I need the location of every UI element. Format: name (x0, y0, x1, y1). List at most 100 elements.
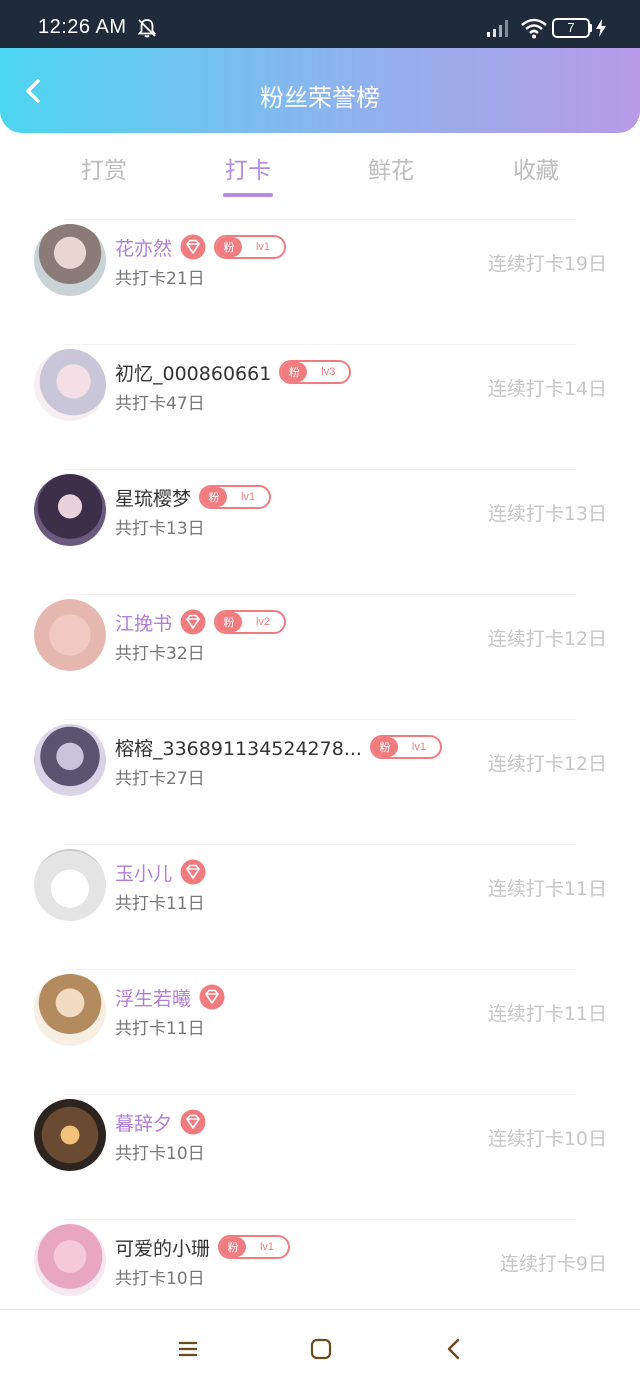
fan-level-badge: 粉 lv1 (214, 235, 287, 259)
user-name[interactable]: 江挽书 (115, 609, 172, 636)
total-checkin-days: 共打卡13日 (115, 519, 205, 539)
row-divider (64, 219, 576, 220)
avatar[interactable] (34, 599, 106, 671)
user-name[interactable]: 玉小儿 (115, 859, 172, 886)
checkin-streak: 连续打卡11日 (487, 1003, 607, 1025)
total-checkin-days: 共打卡11日 (115, 1019, 205, 1039)
row-divider (64, 844, 576, 845)
charging-bolt-icon (596, 19, 606, 37)
fan-badge-level: lv1 (411, 741, 426, 753)
fan-badge-label: 粉 (216, 612, 243, 632)
avatar[interactable] (34, 974, 106, 1046)
fan-badge-level: lv1 (259, 1241, 275, 1253)
total-checkin-days: 共打卡10日 (115, 1269, 205, 1289)
avatar[interactable] (34, 724, 106, 796)
status-time: 12:26 AM (38, 16, 127, 38)
user-name[interactable]: 暮辞夕 (115, 1109, 172, 1136)
row-divider (64, 719, 576, 720)
fan-level-badge: 粉 lv1 (218, 1235, 291, 1259)
name-line: 江挽书 粉 lv2 (115, 608, 287, 636)
name-line: 榕榕_336891134524278... 粉 lv1 (115, 733, 442, 761)
name-line: 玉小儿 (115, 858, 206, 886)
row-divider (64, 344, 576, 345)
name-line: 初忆_000860661 粉 lv3 (115, 358, 352, 386)
avatar[interactable] (34, 474, 106, 546)
back-icon[interactable] (446, 1338, 462, 1360)
fan-badge-level: lv1 (255, 241, 271, 253)
list-item[interactable]: 浮生若曦共打卡11日 连续打卡11日 (0, 969, 640, 1094)
fan-level-badge: 粉 lv1 (369, 735, 442, 759)
page-title: 粉丝荣誉榜 (260, 84, 380, 112)
row-divider (64, 1219, 576, 1220)
active-tab-underline (223, 193, 273, 197)
name-line: 暮辞夕 (115, 1108, 206, 1136)
avatar[interactable] (34, 849, 106, 921)
wifi-icon (521, 18, 547, 39)
row-divider (64, 969, 576, 970)
checkin-streak: 连续打卡14日 (487, 378, 607, 400)
menu-icon[interactable] (178, 1339, 198, 1359)
list-item[interactable]: 花亦然 粉 lv1 共打卡21日 连续打卡19日 (0, 219, 640, 344)
tab-3[interactable]: 收藏 (476, 151, 596, 185)
checkin-streak: 连续打卡12日 (487, 753, 607, 775)
fan-badge-label: 粉 (201, 487, 228, 507)
list-item[interactable]: 玉小儿 共打卡11日 连续打卡11日 (0, 844, 640, 969)
status-bar: 12:26 AM 7 (0, 0, 640, 48)
avatar[interactable] (34, 1224, 106, 1296)
fan-badge-level: lv2 (255, 616, 271, 628)
name-line: 星琉樱梦粉 lv1 (115, 483, 272, 511)
user-name[interactable]: 星琉樱梦 (115, 484, 191, 511)
list-item[interactable]: 江挽书 粉 lv2 共打卡32日 连续打卡12日 (0, 594, 640, 719)
diamond-vip-icon (180, 234, 206, 260)
name-line: 可爱的小珊粉 lv1 (115, 1233, 291, 1261)
checkin-streak: 连续打卡9日 (499, 1253, 607, 1275)
name-line: 花亦然 粉 lv1 (115, 233, 287, 261)
diamond-vip-icon (180, 1109, 206, 1135)
row-divider (64, 469, 576, 470)
total-checkin-days: 共打卡32日 (115, 644, 205, 664)
tab-1[interactable]: 打卡 (188, 151, 308, 185)
total-checkin-days: 共打卡10日 (115, 1144, 205, 1164)
fan-badge-level: lv1 (240, 491, 256, 503)
signal-icon (487, 20, 508, 37)
total-checkin-days: 共打卡27日 (115, 769, 205, 789)
system-nav-bar (0, 1309, 640, 1387)
battery-tip (589, 24, 592, 32)
list-item[interactable]: 初忆_000860661 粉 lv3 共打卡47日 连续打卡14日 (0, 344, 640, 469)
fan-badge-level: lv3 (321, 366, 336, 378)
tab-0[interactable]: 打赏 (44, 151, 164, 185)
list-item[interactable]: 星琉樱梦粉 lv1 共打卡13日 连续打卡13日 (0, 469, 640, 594)
user-name[interactable]: 初忆_000860661 (115, 359, 271, 386)
checkin-streak: 连续打卡12日 (487, 628, 607, 650)
diamond-vip-icon (180, 859, 206, 885)
diamond-vip-icon (199, 984, 225, 1010)
row-divider (64, 1094, 576, 1095)
user-name[interactable]: 榕榕_336891134524278... (115, 734, 362, 761)
battery-icon: 7 (552, 18, 590, 38)
battery-level: 7 (567, 20, 575, 35)
fan-level-badge: 粉 lv3 (279, 360, 352, 384)
user-name[interactable]: 可爱的小珊 (115, 1234, 210, 1261)
name-line: 浮生若曦 (115, 983, 225, 1011)
checkin-streak: 连续打卡13日 (487, 503, 607, 525)
fan-level-badge: 粉 lv1 (199, 485, 272, 509)
list-item[interactable]: 暮辞夕共打卡10日 连续打卡10日 (0, 1094, 640, 1219)
avatar[interactable] (34, 349, 106, 421)
user-name[interactable]: 花亦然 (115, 234, 172, 261)
fan-badge-label: 粉 (281, 362, 308, 382)
avatar[interactable] (34, 1099, 106, 1171)
fan-level-badge: 粉 lv2 (214, 610, 287, 634)
diamond-vip-icon (180, 609, 206, 635)
fan-badge-label: 粉 (220, 1237, 247, 1257)
checkin-streak: 连续打卡19日 (487, 253, 607, 275)
avatar[interactable] (34, 224, 106, 296)
fan-badge-label: 粉 (216, 237, 243, 257)
list-item[interactable]: 榕榕_336891134524278... 粉 lv1 共打卡27日 连续打卡12日 (0, 719, 640, 844)
user-name[interactable]: 浮生若曦 (115, 984, 191, 1011)
tab-2[interactable]: 鲜花 (331, 151, 451, 185)
total-checkin-days: 共打卡11日 (115, 894, 205, 914)
bell-muted-icon (137, 19, 157, 38)
total-checkin-days: 共打卡21日 (115, 269, 205, 289)
checkin-streak: 连续打卡10日 (487, 1128, 607, 1150)
home-icon[interactable] (310, 1338, 332, 1360)
